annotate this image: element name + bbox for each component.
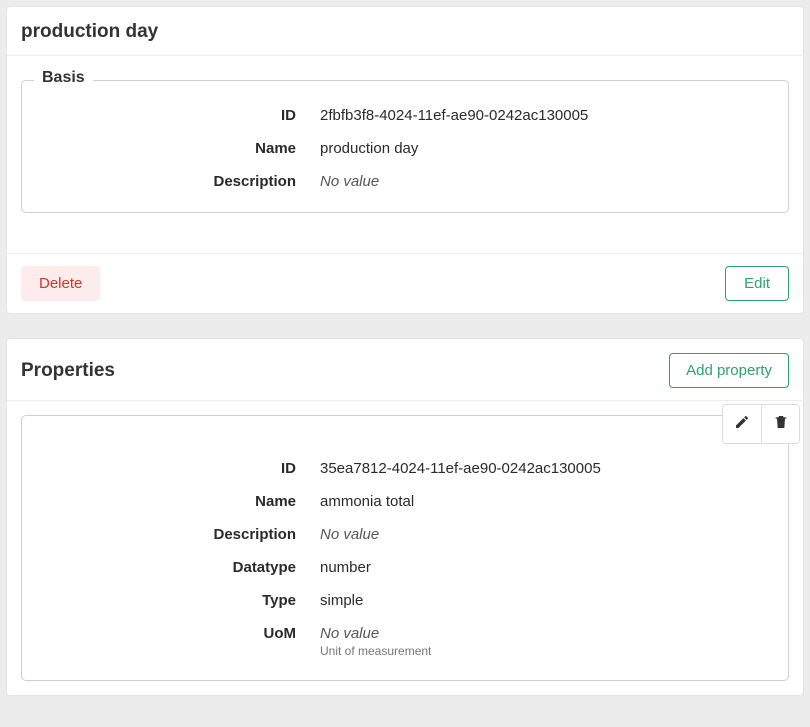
property-value-datatype: number: [320, 559, 772, 576]
edit-property-button[interactable]: [723, 405, 761, 443]
edit-icon: [734, 414, 750, 434]
entity-card-footer: Delete Edit: [7, 253, 803, 313]
basis-row-description: Description No value: [38, 165, 772, 198]
entity-card-header: production day: [7, 7, 803, 56]
properties-card-header: Properties Add property: [7, 339, 803, 401]
add-property-button[interactable]: Add property: [669, 353, 789, 388]
property-label-id: ID: [38, 460, 320, 477]
edit-button[interactable]: Edit: [725, 266, 789, 301]
property-row-id: ID 35ea7812-4024-11ef-ae90-0242ac130005: [38, 452, 772, 485]
property-row-description: Description No value: [38, 518, 772, 551]
property-value-type: simple: [320, 592, 772, 609]
property-value-description: No value: [320, 526, 772, 543]
basis-row-id: ID 2fbfb3f8-4024-11ef-ae90-0242ac130005: [38, 99, 772, 132]
basis-value-id: 2fbfb3f8-4024-11ef-ae90-0242ac130005: [320, 107, 772, 124]
property-value-name: ammonia total: [320, 493, 772, 510]
delete-button[interactable]: Delete: [21, 266, 100, 301]
basis-value-description: No value: [320, 173, 772, 190]
basis-row-name: Name production day: [38, 132, 772, 165]
trash-icon: [773, 414, 789, 434]
property-label-uom: UoM: [38, 625, 320, 642]
entity-title: production day: [21, 21, 158, 43]
properties-card: Properties Add property ID 35ea7812-4024…: [6, 338, 804, 696]
entity-card-body: Basis ID 2fbfb3f8-4024-11ef-ae90-0242ac1…: [7, 56, 803, 253]
properties-title: Properties: [21, 360, 115, 382]
basis-label-description: Description: [38, 173, 320, 190]
property-label-datatype: Datatype: [38, 559, 320, 576]
property-row-type: Type simple: [38, 584, 772, 617]
basis-label-id: ID: [38, 107, 320, 124]
basis-legend: Basis: [34, 69, 93, 87]
basis-label-name: Name: [38, 140, 320, 157]
property-item: ID 35ea7812-4024-11ef-ae90-0242ac130005 …: [21, 415, 789, 681]
property-label-type: Type: [38, 592, 320, 609]
entity-card: production day Basis ID 2fbfb3f8-4024-11…: [6, 6, 804, 314]
delete-property-button[interactable]: [761, 405, 799, 443]
property-uom-subtitle: Unit of measurement: [320, 644, 772, 658]
property-value-uom: No value Unit of measurement: [320, 625, 772, 658]
property-label-description: Description: [38, 526, 320, 543]
property-label-name: Name: [38, 493, 320, 510]
property-value-id: 35ea7812-4024-11ef-ae90-0242ac130005: [320, 460, 772, 477]
basis-value-name: production day: [320, 140, 772, 157]
basis-fieldset: Basis ID 2fbfb3f8-4024-11ef-ae90-0242ac1…: [21, 80, 789, 213]
property-row-datatype: Datatype number: [38, 551, 772, 584]
property-row-name: Name ammonia total: [38, 485, 772, 518]
property-row-uom: UoM No value Unit of measurement: [38, 617, 772, 666]
property-item-actions: [722, 404, 800, 444]
